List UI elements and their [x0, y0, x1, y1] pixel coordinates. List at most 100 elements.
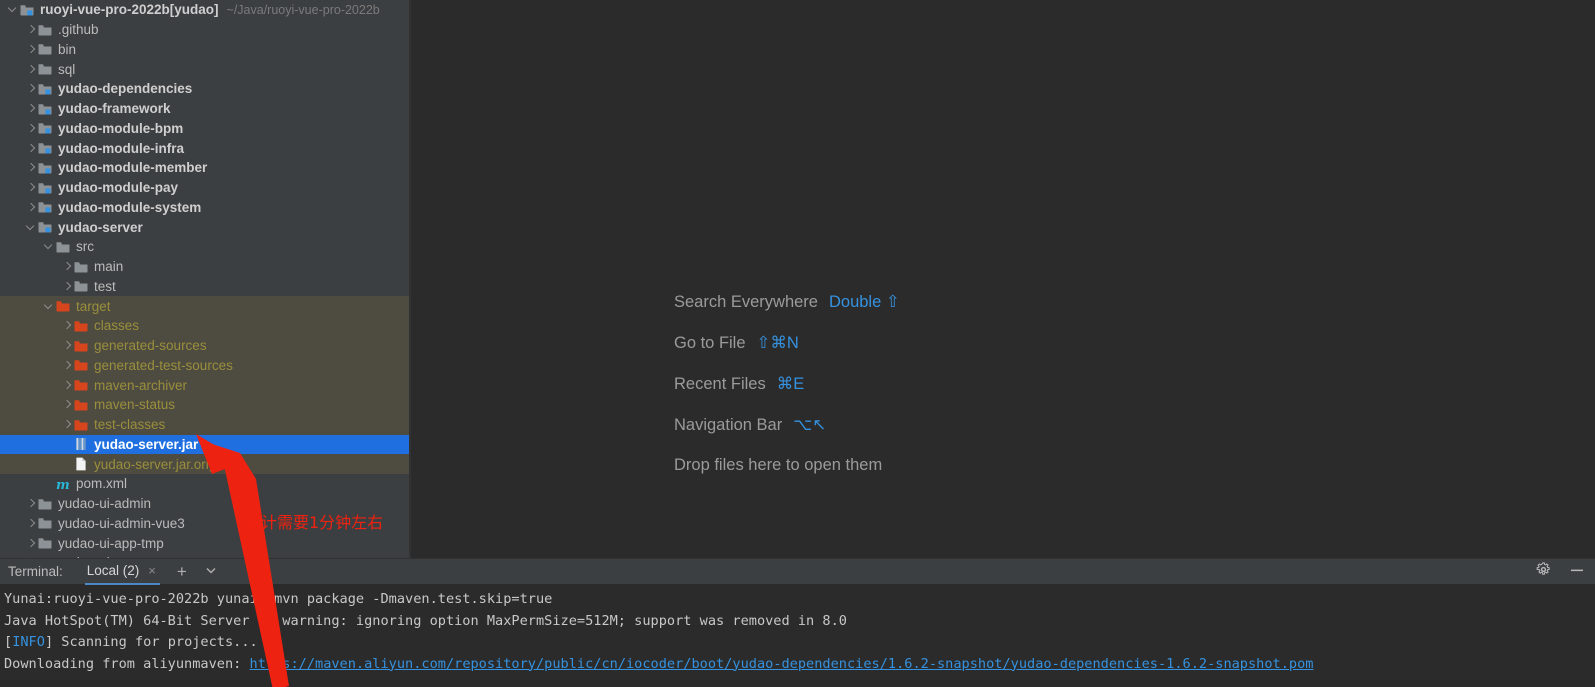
- tree-node-label: yudao-module-system: [58, 199, 202, 215]
- tree-row-yudao-server[interactable]: yudao-server: [0, 217, 409, 237]
- tree-row-test[interactable]: test: [0, 277, 409, 297]
- tree-node-label: yudao-module-bpm: [58, 120, 184, 136]
- chevron-right-icon[interactable]: [60, 398, 73, 411]
- tree-row-generated-sources[interactable]: generated-sources: [0, 335, 409, 356]
- chevron-right-icon[interactable]: [60, 359, 73, 372]
- excluded-folder-icon: [73, 338, 89, 354]
- editor-shortcut-hints: Search Everywhere Double ⇧ Go to File ⇧⌘N Re…: [674, 292, 900, 475]
- tree-row-yudao-framework[interactable]: yudao-framework: [0, 99, 409, 119]
- tree-row-yudao-module-system[interactable]: yudao-module-system: [0, 198, 409, 218]
- module-folder-icon: [37, 199, 53, 215]
- chevron-right-icon[interactable]: [24, 102, 37, 115]
- chevron-down-icon[interactable]: [42, 300, 55, 313]
- module-folder-icon: [37, 120, 53, 136]
- terminal-line: [INFO] Scanning for projects...: [4, 632, 1595, 654]
- chevron-right-icon[interactable]: [24, 517, 37, 530]
- module-name-tag: [yudao]: [169, 2, 219, 18]
- module-folder-icon: [37, 101, 53, 117]
- chevron-right-icon[interactable]: [60, 280, 73, 293]
- tree-row-maven-archiver[interactable]: maven-archiver: [0, 375, 409, 395]
- excluded-folder-icon: [73, 397, 89, 413]
- terminal-line: Java HotSpot(TM) 64-Bit Server VM warnin…: [4, 611, 1595, 633]
- tree-row-test-classes[interactable]: test-classes: [0, 414, 409, 435]
- tree-row-bin[interactable]: bin: [0, 40, 409, 60]
- hint-shortcut: ⇧⌘N: [756, 334, 799, 352]
- gear-icon[interactable]: [1536, 562, 1551, 582]
- tree-node-label: .github: [58, 22, 99, 38]
- tree-row-yudao-module-bpm[interactable]: yudao-module-bpm: [0, 119, 409, 139]
- excluded-folder-icon: [73, 357, 89, 373]
- tree-row-ruoyi-vue-pro-2022b[interactable]: ruoyi-vue-pro-2022b [yudao] ~/Java/ruoyi-…: [0, 0, 409, 20]
- tree-row-yudao-server-jar[interactable]: yudao-server.jar: [0, 434, 409, 455]
- terminal-text: [: [4, 634, 13, 650]
- module-folder-icon: [37, 140, 53, 156]
- tree-row-yudao-module-infra[interactable]: yudao-module-infra: [0, 138, 409, 158]
- tree-node-label: yudao-ui-app-tmp: [58, 535, 164, 551]
- chevron-down-icon[interactable]: [204, 563, 218, 580]
- chevron-down-icon[interactable]: [6, 3, 19, 16]
- tree-row-target[interactable]: target: [0, 296, 409, 316]
- tree-node-label: src: [76, 239, 94, 255]
- close-icon[interactable]: ×: [148, 563, 156, 578]
- chevron-right-icon[interactable]: [60, 379, 73, 392]
- hint-recent-files: Recent Files ⌘E: [674, 374, 900, 394]
- chevron-right-icon[interactable]: [60, 339, 73, 352]
- folder-icon: [73, 278, 89, 294]
- chevron-right-icon[interactable]: [24, 161, 37, 174]
- terminal-tool-buttons: [1536, 559, 1585, 585]
- tree-row-maven-status[interactable]: maven-status: [0, 395, 409, 415]
- chevron-right-icon[interactable]: [24, 181, 37, 194]
- tree-row-generated-test-sources[interactable]: generated-test-sources: [0, 355, 409, 376]
- tree-node-label: main: [94, 259, 124, 275]
- folder-icon: [73, 259, 89, 275]
- tree-row-sql[interactable]: sql: [0, 59, 409, 79]
- hint-label: Go to File: [674, 334, 746, 352]
- chevron-right-icon[interactable]: [24, 201, 37, 214]
- tree-node-label: target: [76, 298, 111, 314]
- panel-divider[interactable]: [409, 0, 411, 558]
- terminal-header: Terminal: Local (2) × +: [0, 558, 1595, 585]
- tree-row-yudao-module-pay[interactable]: yudao-module-pay: [0, 178, 409, 198]
- tree-row-yudao-dependencies[interactable]: yudao-dependencies: [0, 79, 409, 99]
- minimize-icon[interactable]: [1569, 563, 1585, 582]
- terminal-output[interactable]: Yunai:ruoyi-vue-pro-2022b yunai$ mvn pac…: [0, 584, 1595, 675]
- chevron-right-icon[interactable]: [24, 122, 37, 135]
- tree-node-label: yudao-server.jar: [94, 436, 199, 452]
- module-folder-icon: [37, 219, 53, 235]
- folder-icon: [37, 535, 53, 551]
- hint-label: Search Everywhere: [674, 293, 818, 311]
- excluded-folder-icon: [73, 417, 89, 433]
- tree-node-label: sql: [58, 61, 76, 77]
- chevron-right-icon[interactable]: [60, 260, 73, 273]
- tree-node-label: yudao-ui-admin: [58, 496, 152, 512]
- tree-row-main[interactable]: main: [0, 257, 409, 277]
- terminal-text: Yunai:ruoyi-vue-pro-2022b yunai$ mvn pac…: [4, 591, 553, 607]
- chevron-right-icon[interactable]: [24, 43, 37, 56]
- chevron-right-icon[interactable]: [24, 23, 37, 36]
- chevron-right-icon[interactable]: [60, 418, 73, 431]
- project-tree-panel[interactable]: ruoyi-vue-pro-2022b [yudao] ~/Java/ruoyi-…: [0, 0, 409, 558]
- chevron-right-icon[interactable]: [24, 63, 37, 76]
- tree-row-src[interactable]: src: [0, 237, 409, 257]
- terminal-link[interactable]: https://maven.aliyun.com/repository/publ…: [250, 656, 1314, 672]
- add-terminal-button[interactable]: +: [177, 563, 187, 580]
- chevron-right-icon[interactable]: [24, 82, 37, 95]
- chevron-right-icon[interactable]: [24, 142, 37, 155]
- chevron-right-icon[interactable]: [24, 537, 37, 550]
- terminal-tab-local[interactable]: Local (2) ×: [84, 559, 160, 585]
- folder-icon: [37, 61, 53, 77]
- ide-window: Search Everywhere Double ⇧ Go to File ⇧⌘N Re…: [0, 0, 1595, 687]
- tree-row-pom-xml[interactable]: m pom.xml: [0, 474, 409, 494]
- tree-row-yudao-server-jar-original[interactable]: yudao-server.jar.original: [0, 454, 409, 474]
- chevron-down-icon[interactable]: [24, 221, 37, 234]
- module-folder-icon: [37, 160, 53, 176]
- tree-node-label: yudao-module-pay: [58, 180, 179, 196]
- tree-row-yudao-module-member[interactable]: yudao-module-member: [0, 158, 409, 178]
- tree-row--github[interactable]: .github: [0, 20, 409, 40]
- chevron-right-icon[interactable]: [24, 497, 37, 510]
- chevron-right-icon[interactable]: [60, 319, 73, 332]
- tree-row-yudao-ui-app-tmp[interactable]: yudao-ui-app-tmp: [0, 533, 409, 553]
- tree-row-classes[interactable]: classes: [0, 316, 409, 336]
- chevron-down-icon[interactable]: [42, 240, 55, 253]
